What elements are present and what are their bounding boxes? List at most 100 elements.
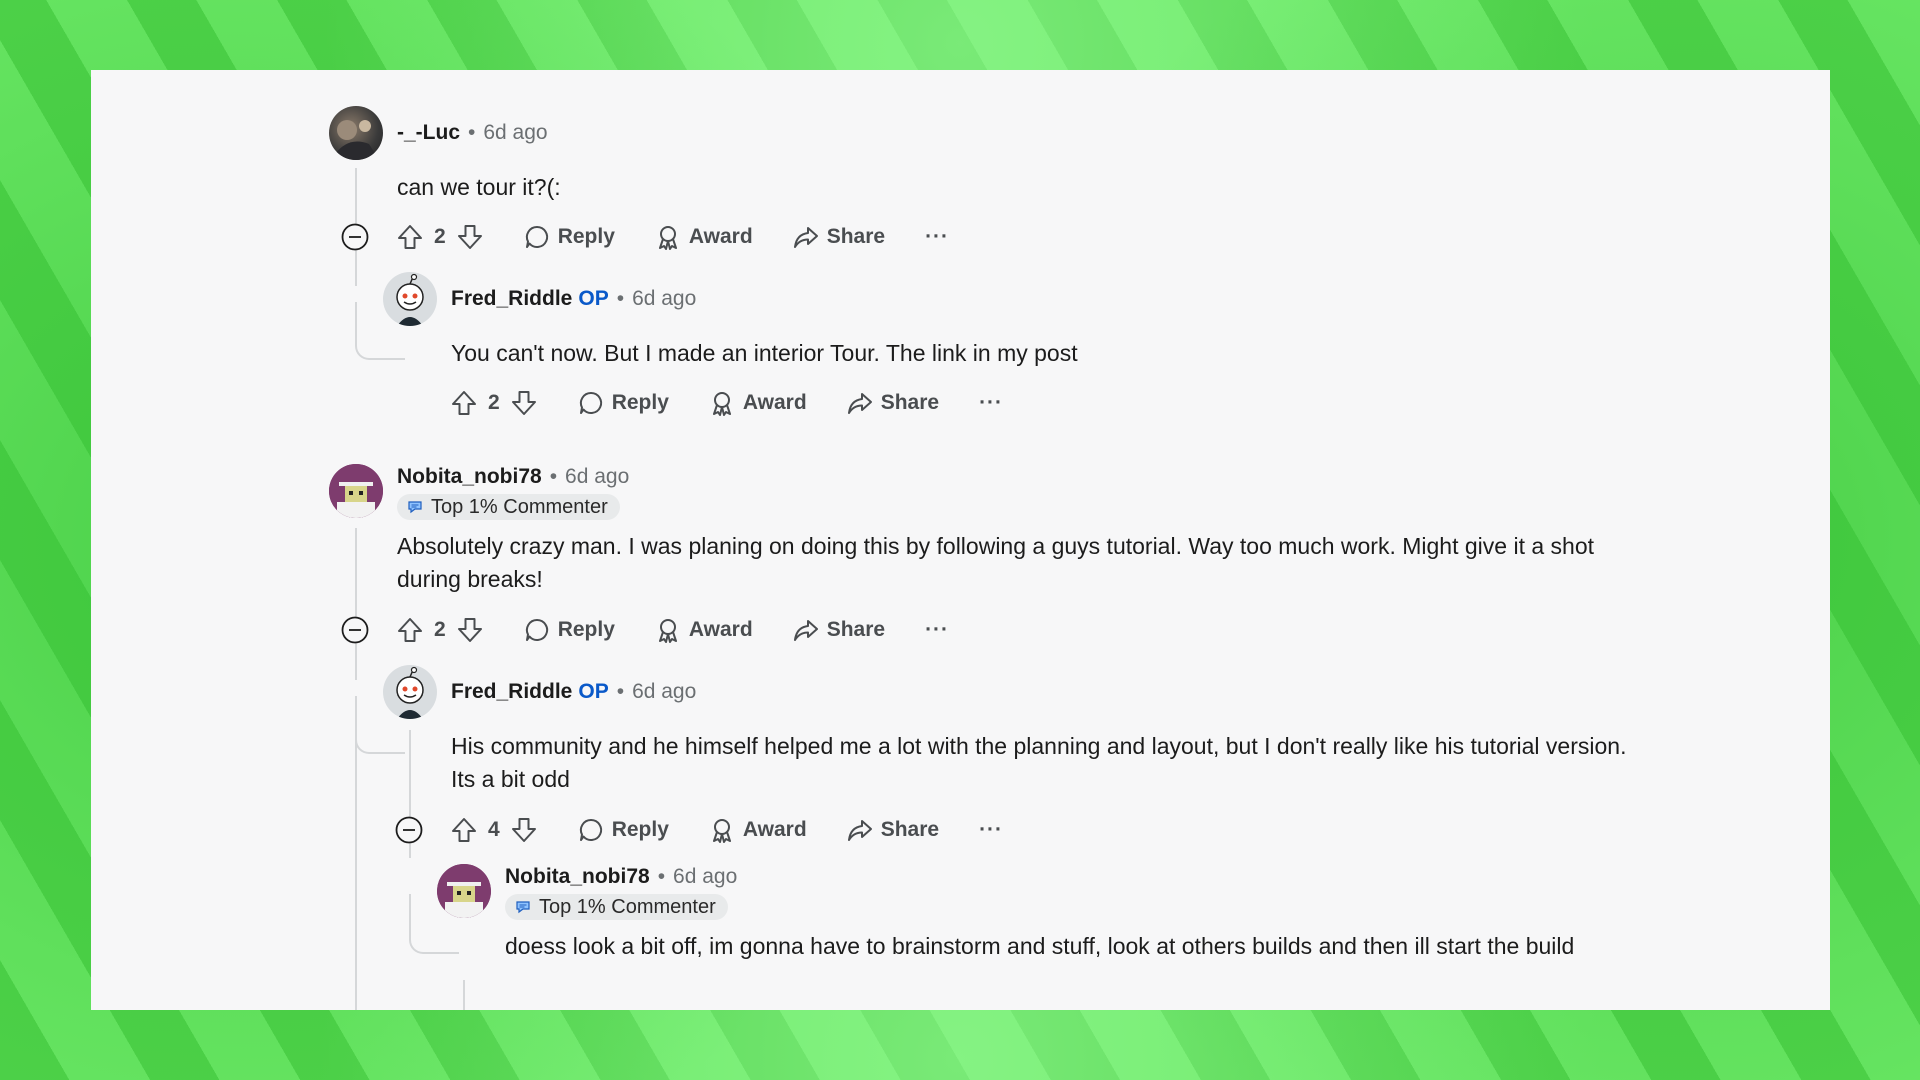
separator-dot: • <box>616 287 625 310</box>
share-button[interactable]: Share <box>793 224 885 250</box>
comment-body: Absolutely crazy man. I was planing on d… <box>397 533 1594 592</box>
vote-group: 2 <box>396 223 484 251</box>
reply-button[interactable]: Reply <box>578 390 669 416</box>
reply-label: Reply <box>611 818 669 841</box>
badge-label: Top 1% Commenter <box>431 496 608 518</box>
share-icon <box>847 820 872 841</box>
comment-header: Nobita_nobi78 • 6d ago <box>505 865 737 889</box>
upvote-icon[interactable] <box>450 816 478 844</box>
reply-button[interactable]: Reply <box>524 617 615 643</box>
speech-bubble-icon <box>525 225 548 248</box>
speech-bubble-icon <box>525 618 548 641</box>
award-label: Award <box>688 225 753 248</box>
thread-line-nobita <box>355 528 357 680</box>
username[interactable]: Fred_Riddle <box>451 287 572 310</box>
downvote-icon[interactable] <box>456 616 484 644</box>
award-button[interactable]: Award <box>709 390 807 416</box>
reply-label: Reply <box>557 618 615 641</box>
share-label: Share <box>826 618 886 641</box>
commenter-badge-icon <box>408 501 422 514</box>
upvote-icon[interactable] <box>396 223 424 251</box>
comment-body: can we tour it?(: <box>397 174 561 200</box>
award-label: Award <box>688 618 753 641</box>
collapse-thread-icon[interactable] <box>341 616 369 644</box>
avatar[interactable] <box>329 464 383 518</box>
avatar[interactable] <box>383 665 437 719</box>
share-label: Share <box>826 225 886 248</box>
timestamp[interactable]: 6d ago <box>565 465 629 488</box>
timestamp[interactable]: 6d ago <box>673 865 737 888</box>
badge-label: Top 1% Commenter <box>539 896 716 918</box>
downvote-icon[interactable] <box>510 816 538 844</box>
share-button[interactable]: Share <box>847 390 939 416</box>
comment-header: -_-Luc • 6d ago <box>397 121 548 145</box>
share-icon <box>847 393 872 414</box>
upvote-icon[interactable] <box>450 389 478 417</box>
username[interactable]: Fred_Riddle <box>451 680 572 703</box>
comment-actions: 4 Reply Award Share ··· <box>450 813 1043 847</box>
timestamp[interactable]: 6d ago <box>483 121 547 144</box>
more-options-button[interactable]: ··· <box>925 618 949 642</box>
award-button[interactable]: Award <box>655 617 753 643</box>
comment-actions: 2 Reply Award Share ··· <box>396 220 989 254</box>
vote-count: 4 <box>488 818 500 841</box>
avatar[interactable] <box>437 864 491 918</box>
op-badge: OP <box>578 287 609 310</box>
more-options-button[interactable]: ··· <box>979 818 1003 842</box>
username[interactable]: Nobita_nobi78 <box>397 465 542 488</box>
upvote-icon[interactable] <box>396 616 424 644</box>
comment-actions: 2 Reply Award Share ··· <box>450 386 1043 420</box>
separator-dot: • <box>549 465 558 488</box>
vote-group: 2 <box>450 389 538 417</box>
vote-count: 2 <box>434 618 446 641</box>
reply-button[interactable]: Reply <box>578 817 669 843</box>
speech-bubble-icon <box>579 391 602 414</box>
avatar[interactable] <box>329 106 383 160</box>
downvote-icon[interactable] <box>456 223 484 251</box>
collapse-thread-icon[interactable] <box>395 816 423 844</box>
vote-group: 4 <box>450 816 538 844</box>
award-label: Award <box>742 391 807 414</box>
award-icon <box>712 392 731 416</box>
speech-bubble-icon <box>579 818 602 841</box>
separator-dot: • <box>616 680 625 703</box>
reply-button[interactable]: Reply <box>524 224 615 250</box>
downvote-icon[interactable] <box>510 389 538 417</box>
commenter-badge-icon <box>516 901 530 914</box>
separator-dot: • <box>468 121 476 144</box>
comment-thread-panel: -_-Luc • 6d ago can we tour it?(: 2 Reply … <box>91 70 1830 1010</box>
share-button[interactable]: Share <box>847 817 939 843</box>
comment-header: Fred_Riddle OP • 6d ago <box>451 680 696 704</box>
comment-body: You can't now. But I made an interior To… <box>451 340 1078 366</box>
comment-header: Fred_Riddle OP • 6d ago <box>451 287 696 311</box>
reply-label: Reply <box>611 391 669 414</box>
timestamp[interactable]: 6d ago <box>632 287 696 310</box>
comment-body: His community and he himself helped me a… <box>451 733 1627 792</box>
reply-label: Reply <box>557 225 615 248</box>
username[interactable]: -_-Luc <box>397 121 460 144</box>
share-icon <box>793 227 818 248</box>
collapse-thread-icon[interactable] <box>341 223 369 251</box>
avatar[interactable] <box>383 272 437 326</box>
award-icon <box>658 226 677 250</box>
username[interactable]: Nobita_nobi78 <box>505 865 650 888</box>
vote-group: 2 <box>396 616 484 644</box>
comment-actions: 2 Reply Award Share ··· <box>396 613 989 647</box>
share-button[interactable]: Share <box>793 617 885 643</box>
share-label: Share <box>880 818 940 841</box>
award-button[interactable]: Award <box>655 224 753 250</box>
user-flair-badge: Top 1% Commenter <box>397 494 620 520</box>
user-flair-badge: Top 1% Commenter <box>505 894 728 920</box>
vote-count: 2 <box>488 391 500 414</box>
vote-count: 2 <box>434 225 446 248</box>
share-label: Share <box>880 391 940 414</box>
award-icon <box>658 619 677 643</box>
thread-line-nobita-bottom <box>355 715 357 1010</box>
comment-header: Nobita_nobi78 • 6d ago <box>397 465 629 489</box>
timestamp[interactable]: 6d ago <box>632 680 696 703</box>
award-button[interactable]: Award <box>709 817 807 843</box>
separator-dot: • <box>657 865 666 888</box>
op-badge: OP <box>578 680 609 703</box>
more-options-button[interactable]: ··· <box>925 225 949 249</box>
more-options-button[interactable]: ··· <box>979 391 1003 415</box>
